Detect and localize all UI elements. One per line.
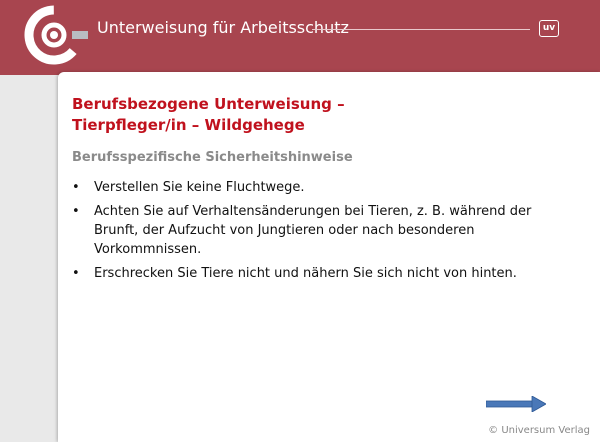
- copyright-text: © Universum Verlag: [488, 425, 590, 436]
- uv-logo-badge: uv: [539, 20, 559, 37]
- bullet-list: Verstellen Sie keine Fluchtwege. Achten …: [72, 178, 572, 288]
- slide-title: Berufsbezogene Unterweisung – Tierpflege…: [72, 94, 345, 136]
- bullet-item: Verstellen Sie keine Fluchtwege.: [72, 178, 572, 197]
- bullet-item: Achten Sie auf Verhaltensänderungen bei …: [72, 202, 572, 259]
- header-title: Unterweisung für Arbeitsschutz: [97, 18, 349, 37]
- header-divider: [312, 29, 530, 30]
- bullet-item: Erschrecken Sie Tiere nicht und nähern S…: [72, 264, 572, 283]
- slide-title-line-1: Berufsbezogene Unterweisung –: [72, 95, 345, 113]
- logo-ring-icon: [24, 5, 88, 65]
- arrow-right-icon[interactable]: [486, 396, 546, 412]
- slide-subtitle: Berufsspezifische Sicherheitshinweise: [72, 150, 353, 165]
- header-bar: Unterweisung für Arbeitsschutz uv: [0, 0, 600, 75]
- slide-title-line-2: Tierpfleger/in – Wildgehege: [72, 116, 305, 134]
